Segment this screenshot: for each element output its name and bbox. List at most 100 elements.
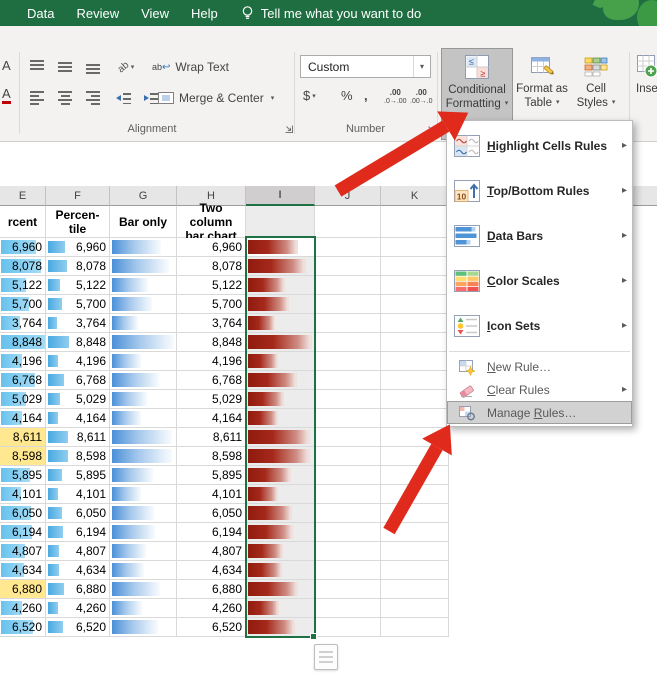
cell-percentile[interactable]: 4,196 bbox=[46, 352, 110, 371]
cell-empty[interactable] bbox=[315, 523, 381, 542]
wrap-text-button[interactable]: ab↩ Wrap Text bbox=[152, 55, 229, 79]
number-dialog-launcher[interactable] bbox=[425, 123, 437, 135]
cell-percentile[interactable]: 4,260 bbox=[46, 599, 110, 618]
align-left-button[interactable] bbox=[24, 86, 50, 110]
cell-two-column-bar-selected[interactable] bbox=[246, 580, 315, 599]
cell-empty[interactable] bbox=[315, 371, 381, 390]
cell-percent[interactable]: 5,122 bbox=[0, 276, 46, 295]
cell-two-column-bar-selected[interactable] bbox=[246, 333, 315, 352]
cell-percent[interactable]: 6,194 bbox=[0, 523, 46, 542]
cell-empty[interactable] bbox=[315, 295, 381, 314]
cell-percent[interactable]: 6,880 bbox=[0, 580, 46, 599]
cell-two-column-bar-selected[interactable] bbox=[246, 618, 315, 637]
cell-empty[interactable] bbox=[315, 409, 381, 428]
cell-percent[interactable]: 5,700 bbox=[0, 295, 46, 314]
cell-percentile[interactable]: 6,960 bbox=[46, 238, 110, 257]
cell-two-column-value[interactable]: 5,895 bbox=[177, 466, 246, 485]
cell-percent[interactable]: 6,768 bbox=[0, 371, 46, 390]
cell-empty[interactable] bbox=[315, 466, 381, 485]
cell-empty[interactable] bbox=[315, 447, 381, 466]
cell-percentile[interactable]: 8,848 bbox=[46, 333, 110, 352]
cell-empty[interactable] bbox=[381, 580, 449, 599]
fill-handle[interactable] bbox=[310, 633, 317, 640]
cell-empty[interactable] bbox=[381, 371, 449, 390]
cell-empty[interactable] bbox=[315, 561, 381, 580]
cell-percent[interactable]: 8,078 bbox=[0, 257, 46, 276]
cell-bar-only[interactable] bbox=[110, 257, 177, 276]
cell-bar-only[interactable] bbox=[110, 295, 177, 314]
tab-review[interactable]: Review bbox=[65, 0, 130, 26]
cell-bar-only[interactable] bbox=[110, 276, 177, 295]
merge-center-button[interactable]: Merge & Center ▾ bbox=[158, 86, 274, 110]
cell-percentile[interactable]: 4,101 bbox=[46, 485, 110, 504]
cell-two-column-value[interactable]: 6,520 bbox=[177, 618, 246, 637]
menu-item-manage-rules[interactable]: Manage Rules… bbox=[447, 401, 632, 424]
cell-percentile[interactable]: 4,807 bbox=[46, 542, 110, 561]
cell-percent[interactable]: 3,764 bbox=[0, 314, 46, 333]
cell-two-column-value[interactable]: 3,764 bbox=[177, 314, 246, 333]
cell-percentile[interactable]: 4,634 bbox=[46, 561, 110, 580]
accounting-format-button[interactable]: $ ▾ bbox=[303, 88, 316, 103]
cell-empty[interactable] bbox=[381, 447, 449, 466]
cell-percent[interactable]: 6,520 bbox=[0, 618, 46, 637]
cell-empty[interactable] bbox=[315, 314, 381, 333]
cell-two-column-value[interactable]: 8,078 bbox=[177, 257, 246, 276]
cell-two-column-bar-selected[interactable] bbox=[246, 257, 315, 276]
column-header-f[interactable]: F bbox=[46, 186, 110, 206]
cell-two-column-bar-selected[interactable] bbox=[246, 352, 315, 371]
cell-empty[interactable] bbox=[315, 352, 381, 371]
cell-empty[interactable] bbox=[315, 485, 381, 504]
cell-empty[interactable] bbox=[315, 257, 381, 276]
cell-percentile[interactable]: 4,164 bbox=[46, 409, 110, 428]
cell-bar-only[interactable] bbox=[110, 314, 177, 333]
quick-analysis-button[interactable] bbox=[314, 644, 338, 670]
cell-percentile[interactable]: 5,122 bbox=[46, 276, 110, 295]
cell-two-column-bar-selected[interactable] bbox=[246, 542, 315, 561]
cell-empty[interactable] bbox=[381, 314, 449, 333]
cell-empty[interactable] bbox=[381, 485, 449, 504]
comma-style-button[interactable]: , bbox=[364, 88, 368, 103]
cell-bar-only[interactable] bbox=[110, 371, 177, 390]
cell-two-column-bar-selected[interactable] bbox=[246, 447, 315, 466]
cell-percentile[interactable]: 8,598 bbox=[46, 447, 110, 466]
tab-view[interactable]: View bbox=[130, 0, 180, 26]
percent-style-button[interactable]: % bbox=[341, 88, 353, 103]
menu-item-data-bars[interactable]: Data Bars ▸ bbox=[447, 213, 632, 258]
align-bottom-button[interactable] bbox=[80, 55, 106, 79]
cell-empty[interactable] bbox=[381, 599, 449, 618]
header-bar-only[interactable]: Bar only bbox=[110, 206, 177, 238]
cell-two-column-bar-selected[interactable] bbox=[246, 276, 315, 295]
cell-percent[interactable]: 4,164 bbox=[0, 409, 46, 428]
cell-bar-only[interactable] bbox=[110, 504, 177, 523]
cell-two-column-value[interactable]: 4,101 bbox=[177, 485, 246, 504]
cell-percentile[interactable]: 6,520 bbox=[46, 618, 110, 637]
cell-percent[interactable]: 4,807 bbox=[0, 542, 46, 561]
cell-percent[interactable]: 6,960 bbox=[0, 238, 46, 257]
font-partial-icon[interactable]: A bbox=[2, 58, 11, 73]
column-header-j[interactable]: J bbox=[315, 186, 381, 206]
cell-empty[interactable] bbox=[315, 428, 381, 447]
header-cell-k[interactable] bbox=[381, 206, 449, 238]
cell-two-column-value[interactable]: 4,807 bbox=[177, 542, 246, 561]
cell-percent[interactable]: 5,895 bbox=[0, 466, 46, 485]
cell-empty[interactable] bbox=[381, 561, 449, 580]
cell-empty[interactable] bbox=[315, 542, 381, 561]
cell-bar-only[interactable] bbox=[110, 352, 177, 371]
cell-percent[interactable]: 5,029 bbox=[0, 390, 46, 409]
cell-bar-only[interactable] bbox=[110, 542, 177, 561]
cell-two-column-value[interactable]: 4,260 bbox=[177, 599, 246, 618]
header-percentile[interactable]: Percen- tile bbox=[46, 206, 110, 238]
cell-two-column-value[interactable]: 4,196 bbox=[177, 352, 246, 371]
cell-two-column-bar-selected[interactable] bbox=[246, 409, 315, 428]
cell-two-column-value[interactable]: 4,164 bbox=[177, 409, 246, 428]
cell-bar-only[interactable] bbox=[110, 238, 177, 257]
cell-two-column-value[interactable]: 8,611 bbox=[177, 428, 246, 447]
cell-bar-only[interactable] bbox=[110, 409, 177, 428]
cell-two-column-bar-selected[interactable] bbox=[246, 390, 315, 409]
cell-two-column-value[interactable]: 8,598 bbox=[177, 447, 246, 466]
cell-two-column-value[interactable]: 8,848 bbox=[177, 333, 246, 352]
cell-two-column-value[interactable]: 6,960 bbox=[177, 238, 246, 257]
cell-two-column-bar-selected[interactable] bbox=[246, 561, 315, 580]
cell-bar-only[interactable] bbox=[110, 580, 177, 599]
tell-me-search[interactable]: Tell me what you want to do bbox=[241, 5, 421, 22]
